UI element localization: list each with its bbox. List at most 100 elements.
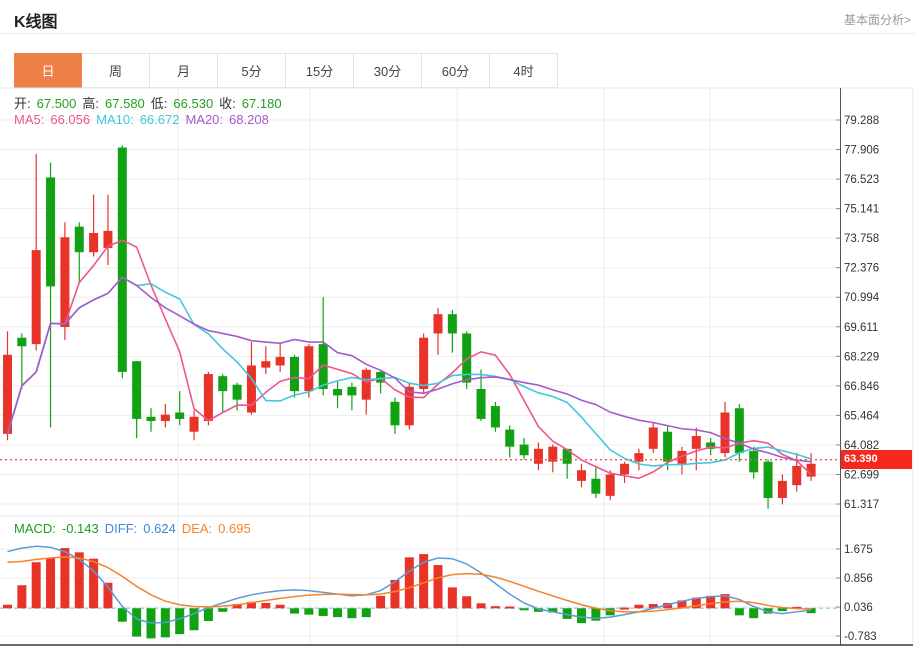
legend-label: 收: — [219, 96, 236, 111]
candle-body — [692, 436, 701, 449]
candle-body — [161, 415, 170, 421]
y-axis-label: 79.288 — [844, 115, 879, 127]
candle-body — [419, 338, 428, 389]
macd-bar — [477, 603, 486, 608]
macd-bar — [491, 606, 500, 608]
legend-label: 低: — [151, 96, 168, 111]
macd-bar — [577, 608, 586, 623]
y-axis-label: 72.376 — [844, 263, 879, 275]
macd-bar — [175, 608, 184, 634]
candle-body — [520, 445, 529, 456]
legend-value: 0.624 — [143, 521, 176, 536]
candle-body — [663, 432, 672, 462]
y-axis-label: 73.758 — [844, 233, 879, 245]
candle-body — [290, 357, 299, 391]
macd-bar — [3, 605, 12, 609]
legend-label: 开: — [14, 96, 31, 111]
candle-body — [233, 385, 242, 400]
macd-bar — [290, 608, 299, 613]
candle-body — [32, 250, 41, 344]
y-axis-label: 61.317 — [844, 499, 879, 511]
candle-body — [347, 387, 356, 396]
macd-bar — [132, 608, 141, 636]
macd-bar — [520, 608, 529, 610]
macd-axis-label: 0.856 — [844, 573, 873, 585]
legend-value: 66.530 — [173, 96, 213, 111]
macd-bar — [304, 608, 313, 614]
y-axis-label: 77.906 — [844, 145, 879, 157]
ma20-line — [8, 277, 812, 462]
macd-legend: MACD: -0.143 DIFF: 0.624 DEA: 0.695 — [14, 521, 257, 536]
macd-bar — [333, 608, 342, 617]
legend-value: 68.208 — [229, 112, 269, 127]
macd-bar — [462, 596, 471, 608]
legend-label: DIFF: — [105, 521, 138, 536]
legend-value: -0.143 — [62, 521, 99, 536]
macd-bar — [620, 608, 629, 610]
macd-bar — [32, 562, 41, 608]
candle-body — [735, 408, 744, 453]
ma5-line — [8, 240, 812, 478]
candle-body — [477, 389, 486, 419]
last-price-badge: 63.390 — [841, 450, 912, 469]
ma-legend: MA5: 66.056 MA10: 66.672 MA20: 68.208 — [14, 112, 275, 127]
y-axis-label: 62.699 — [844, 469, 879, 481]
candle-body — [333, 389, 342, 395]
macd-bar — [448, 587, 457, 608]
legend-label: MA20: — [185, 112, 223, 127]
candle-body — [46, 177, 55, 286]
legend-value: 67.500 — [37, 96, 77, 111]
macd-bar — [46, 558, 55, 608]
candle-body — [89, 233, 98, 252]
candle-body — [620, 464, 629, 475]
candle-body — [75, 227, 84, 253]
y-axis-label: 66.846 — [844, 381, 879, 393]
ma10-line — [8, 277, 812, 466]
candle-body — [606, 474, 615, 495]
y-axis-label: 65.464 — [844, 410, 880, 422]
candle-body — [534, 449, 543, 464]
legend-label: MACD: — [14, 521, 56, 536]
kline-widget: K线图 基本面分析> 日周月5分15分30分60分4时 79.28877.906… — [0, 0, 916, 651]
candle-body — [304, 346, 313, 391]
candle-body — [175, 412, 184, 418]
macd-bar — [89, 559, 98, 609]
candle-body — [204, 374, 213, 421]
legend-label: MA10: — [96, 112, 134, 127]
legend-label: MA5: — [14, 112, 44, 127]
legend-value: 67.180 — [242, 96, 282, 111]
y-axis-label: 76.523 — [844, 174, 879, 186]
macd-bar — [218, 608, 227, 612]
legend-value: 66.056 — [50, 112, 90, 127]
y-axis-label: 75.141 — [844, 204, 879, 216]
candle-body — [434, 314, 443, 333]
legend-value: 0.695 — [218, 521, 251, 536]
macd-bar — [634, 605, 643, 609]
macd-bar — [347, 608, 356, 618]
candle-body — [778, 481, 787, 498]
candle-body — [118, 148, 127, 372]
macd-bar — [17, 585, 26, 608]
macd-bar — [118, 608, 127, 621]
candle-body — [807, 464, 816, 477]
macd-axis-label: -0.783 — [844, 631, 877, 643]
macd-bar — [749, 608, 758, 618]
candle-body — [505, 430, 514, 447]
macd-bar — [319, 608, 328, 616]
candle-body — [591, 479, 600, 494]
y-axis-label: 68.229 — [844, 351, 879, 363]
candle-body — [147, 417, 156, 421]
candle-body — [261, 361, 270, 367]
candle-body — [218, 376, 227, 391]
macd-bar — [735, 608, 744, 615]
macd-bar — [606, 608, 615, 615]
candle-body — [764, 462, 773, 498]
legend-label: 高: — [82, 96, 99, 111]
y-axis-label: 70.994 — [844, 292, 880, 304]
candle-body — [190, 417, 199, 432]
legend-label: DEA: — [182, 521, 212, 536]
macd-bar — [778, 608, 787, 611]
candle-body — [362, 370, 371, 400]
y-axis-label: 69.611 — [844, 322, 878, 334]
legend-value: 66.672 — [140, 112, 180, 127]
